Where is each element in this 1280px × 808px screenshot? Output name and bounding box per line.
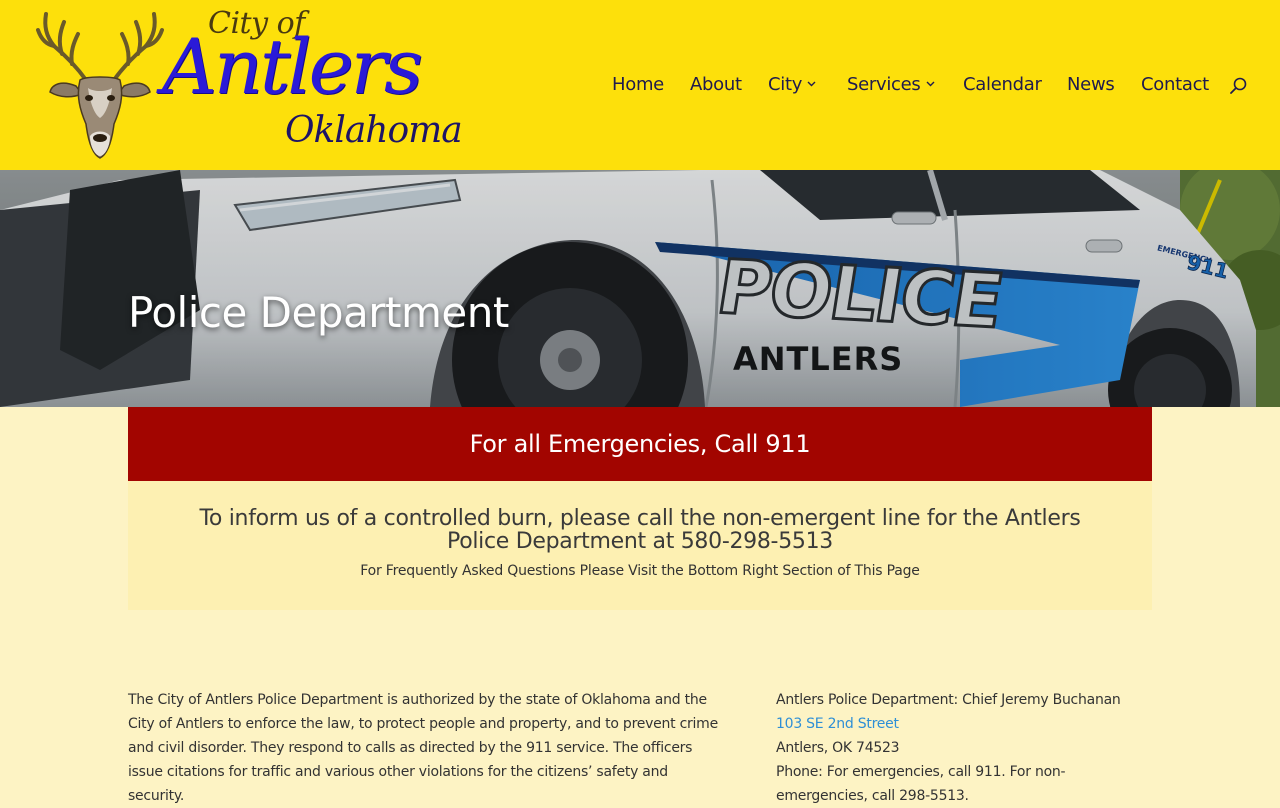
department-contact: Antlers Police Department: Chief Jeremy … — [776, 688, 1156, 808]
nav-home-label: Home — [612, 74, 664, 95]
department-description: The City of Antlers Police Department is… — [128, 692, 718, 804]
nav-about-label: About — [690, 74, 742, 95]
controlled-burn-text: To inform us of a controlled burn, pleas… — [199, 506, 1081, 554]
site-header: City of Antlers Oklahoma Home About City… — [0, 0, 1280, 170]
nav-news-label: News — [1067, 74, 1115, 95]
hero-banner: POLICE ANTLERS EMERGENCY 911 Police Depa… — [0, 170, 1280, 407]
page-title: Police Department — [128, 288, 509, 337]
nav-news[interactable]: News — [1067, 74, 1115, 95]
city-state-zip: Antlers, OK 74523 — [776, 740, 900, 756]
nav-about[interactable]: About — [690, 74, 742, 95]
main-nav: Home About City Services Calendar News C… — [0, 74, 1280, 98]
nav-city[interactable]: City — [768, 74, 816, 95]
nav-contact[interactable]: Contact — [1141, 74, 1209, 95]
nav-services-label: Services — [847, 74, 921, 95]
chevron-down-icon — [807, 81, 816, 87]
phone-info: Phone: For emergencies, call 911. For no… — [776, 764, 1066, 804]
chevron-down-icon — [926, 81, 935, 87]
nav-calendar-label: Calendar — [963, 74, 1042, 95]
nav-calendar[interactable]: Calendar — [963, 74, 1042, 95]
nav-services[interactable]: Services — [847, 74, 935, 95]
department-chief: Antlers Police Department: Chief Jeremy … — [776, 692, 1121, 708]
logo-oklahoma-text: Oklahoma — [285, 110, 463, 151]
controlled-burn-notice: To inform us of a controlled burn, pleas… — [128, 481, 1152, 610]
nav-contact-label: Contact — [1141, 74, 1209, 95]
faq-hint-text: For Frequently Asked Questions Please Vi… — [360, 563, 920, 579]
emergency-banner: For all Emergencies, Call 911 — [128, 407, 1152, 481]
emergency-text: For all Emergencies, Call 911 — [469, 430, 811, 458]
search-icon[interactable] — [1229, 76, 1249, 96]
address-link[interactable]: 103 SE 2nd Street — [776, 716, 899, 732]
nav-home[interactable]: Home — [612, 74, 664, 95]
nav-city-label: City — [768, 74, 803, 95]
